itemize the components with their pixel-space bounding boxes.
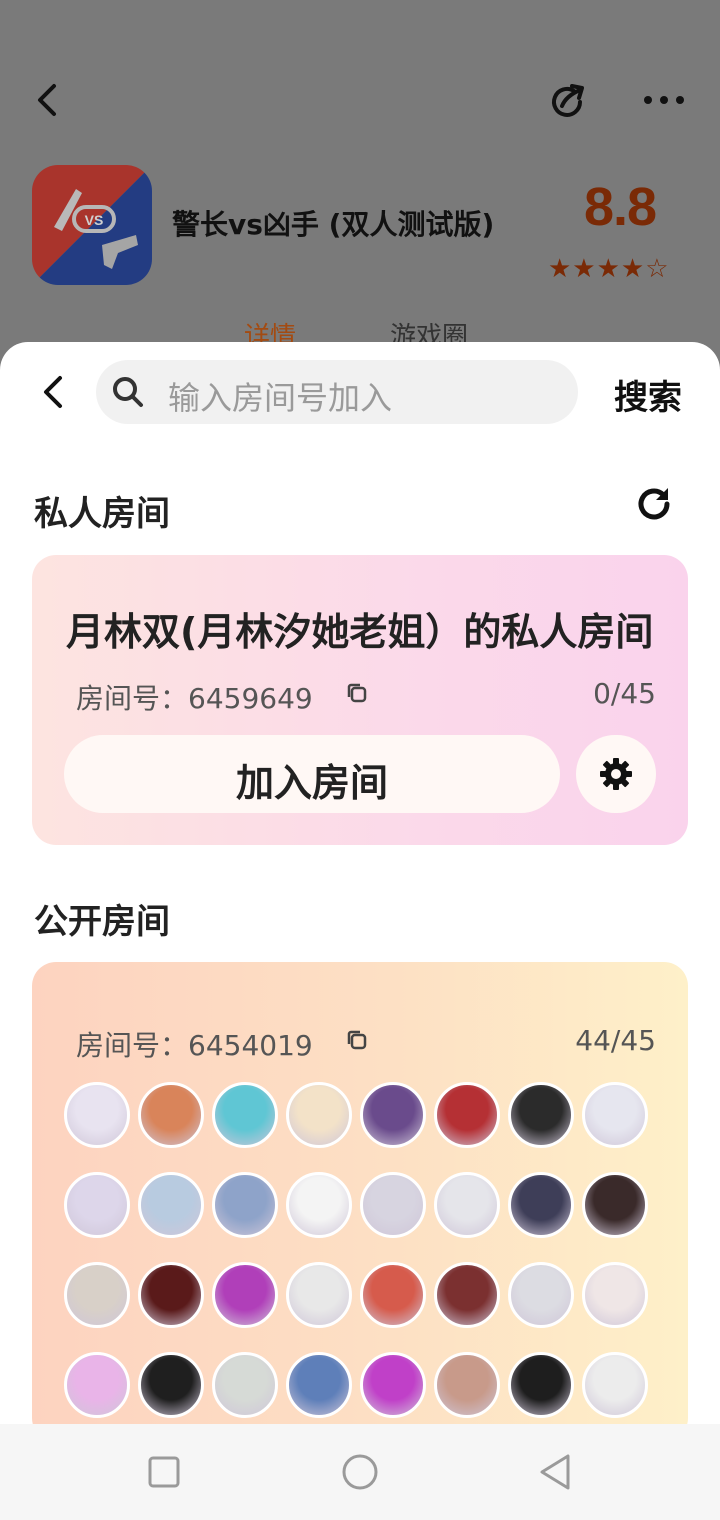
share-icon[interactable]	[546, 80, 590, 124]
room-number: 房间号：6459649	[76, 682, 313, 715]
member-avatar[interactable]	[138, 1352, 204, 1418]
member-avatar[interactable]	[434, 1172, 500, 1238]
search-icon	[113, 377, 143, 407]
app-title: 警长vs凶手 (双人测试版)	[172, 208, 495, 241]
member-avatar[interactable]	[138, 1262, 204, 1328]
copy-icon[interactable]	[344, 1027, 370, 1053]
more-icon[interactable]	[640, 86, 688, 114]
member-avatar[interactable]	[138, 1172, 204, 1238]
member-avatar[interactable]	[64, 1172, 130, 1238]
member-avatar[interactable]	[212, 1352, 278, 1418]
search-bar[interactable]: 输入房间号加入	[96, 360, 578, 424]
private-section-title: 私人房间	[34, 494, 170, 534]
system-nav-bar	[0, 1424, 720, 1520]
room-capacity: 0/45	[593, 677, 656, 710]
member-avatar[interactable]	[64, 1352, 130, 1418]
member-avatar[interactable]	[434, 1082, 500, 1148]
member-avatar[interactable]	[212, 1172, 278, 1238]
member-avatar[interactable]	[508, 1352, 574, 1418]
member-avatar[interactable]	[582, 1082, 648, 1148]
public-section-title: 公开房间	[34, 902, 170, 942]
member-avatar[interactable]	[434, 1262, 500, 1328]
search-input[interactable]: 输入房间号加入	[168, 373, 392, 419]
refresh-icon[interactable]	[634, 484, 674, 524]
member-avatar[interactable]	[582, 1262, 648, 1328]
member-avatar[interactable]	[138, 1082, 204, 1148]
app-score: 8.8	[584, 177, 657, 237]
member-avatar[interactable]	[582, 1352, 648, 1418]
room-name: 月林双(月林汐她老姐）的私人房间	[66, 610, 654, 654]
back-arrow-icon[interactable]	[30, 80, 66, 120]
member-avatar[interactable]	[508, 1082, 574, 1148]
member-avatar[interactable]	[212, 1262, 278, 1328]
member-avatar[interactable]	[360, 1172, 426, 1238]
member-avatar[interactable]	[360, 1352, 426, 1418]
member-avatar[interactable]	[286, 1262, 352, 1328]
member-avatar[interactable]	[64, 1082, 130, 1148]
back-icon[interactable]	[536, 1452, 576, 1492]
copy-icon[interactable]	[344, 680, 370, 706]
member-avatar[interactable]	[286, 1082, 352, 1148]
join-room-label: 加入房间	[235, 761, 388, 805]
member-avatar[interactable]	[434, 1352, 500, 1418]
room-sheet: 输入房间号加入 搜索 私人房间 月林双(月林汐她老姐）的私人房间 房间号：645…	[0, 342, 720, 1424]
back-arrow-icon[interactable]	[36, 372, 72, 412]
member-avatar[interactable]	[286, 1352, 352, 1418]
background-page: VS 警长vs凶手 (双人测试版) 8.8 ★★★★☆ 详情 游戏圈	[0, 0, 720, 400]
member-avatar[interactable]	[360, 1082, 426, 1148]
private-room-card: 月林双(月林汐她老姐）的私人房间 房间号：6459649 0/45 加入房间	[32, 555, 688, 845]
public-room-card[interactable]: 房间号：6454019 44/45	[32, 962, 688, 1424]
search-button[interactable]: 搜索	[614, 370, 682, 419]
member-avatar[interactable]	[212, 1082, 278, 1148]
member-avatar[interactable]	[64, 1262, 130, 1328]
recent-apps-icon[interactable]	[144, 1452, 184, 1492]
home-icon[interactable]	[340, 1452, 380, 1492]
settings-button[interactable]	[576, 735, 656, 813]
member-avatar[interactable]	[582, 1172, 648, 1238]
room-number: 房间号：6454019	[76, 1029, 313, 1062]
gear-icon	[600, 758, 632, 790]
member-avatar[interactable]	[360, 1262, 426, 1328]
member-avatar[interactable]	[508, 1262, 574, 1328]
app-icon-badge: VS	[85, 212, 104, 228]
member-avatar[interactable]	[286, 1172, 352, 1238]
room-capacity: 44/45	[575, 1024, 656, 1057]
app-icon: VS	[32, 165, 152, 285]
member-avatar[interactable]	[508, 1172, 574, 1238]
rating-stars: ★★★★☆	[548, 254, 670, 284]
join-room-button[interactable]: 加入房间	[64, 735, 560, 813]
